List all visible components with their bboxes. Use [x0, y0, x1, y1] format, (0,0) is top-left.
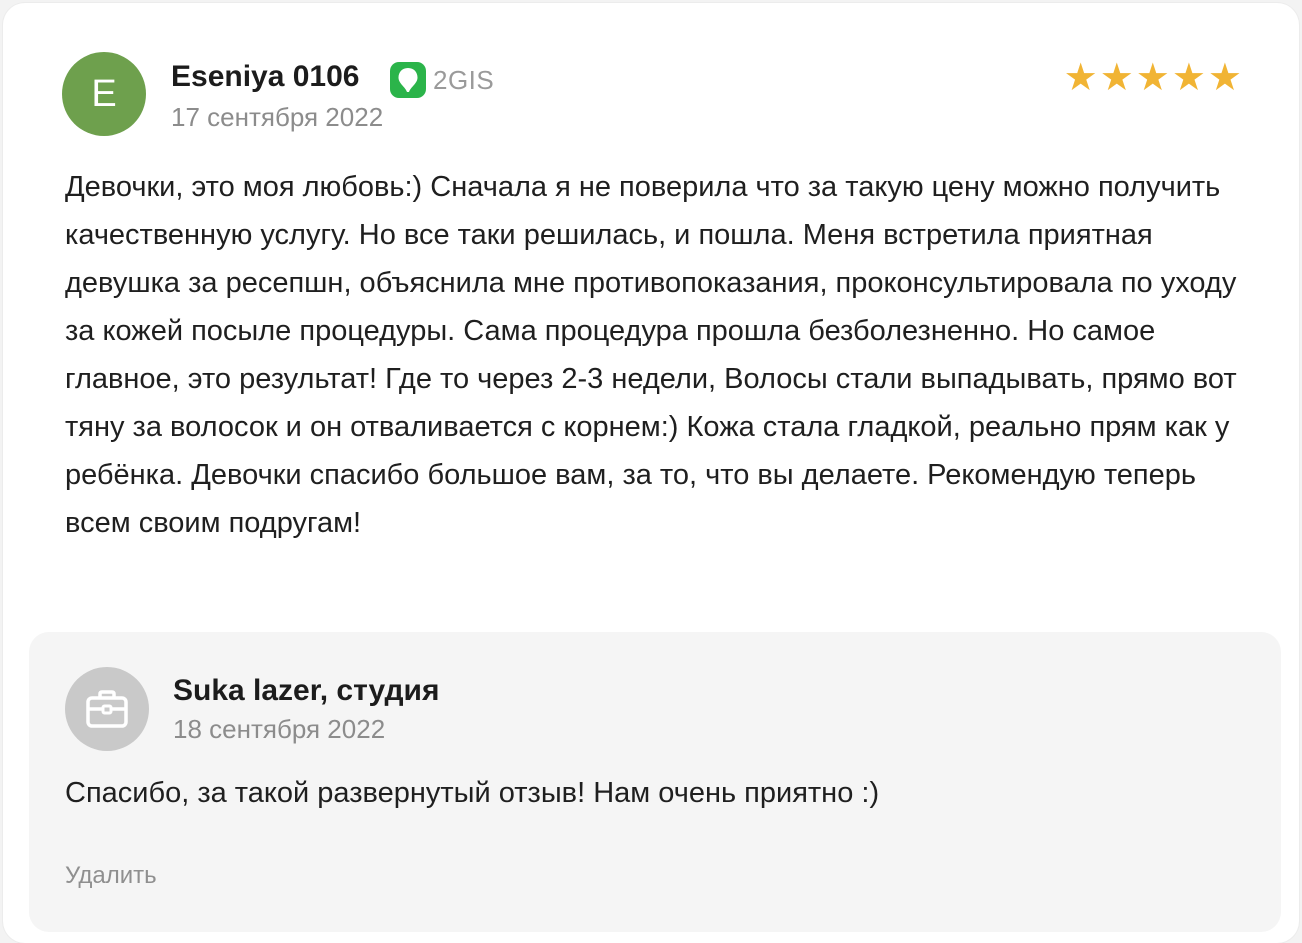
review-date: 17 сентября 2022 [171, 102, 384, 132]
review-header: E Eseniya 0106 2GIS 17 сентября 2022 ★ ★… [62, 52, 1242, 142]
reply-author[interactable]: Suka lazer, студия [173, 674, 439, 708]
avatar: E [62, 52, 146, 136]
review-source: 2GIS [390, 62, 494, 98]
2gis-pin-icon [390, 62, 426, 98]
review-card: E Eseniya 0106 2GIS 17 сентября 2022 ★ ★… [3, 3, 1299, 943]
reply-text: Спасибо, за такой развернутый отзыв! Нам… [65, 777, 880, 809]
star-icon: ★ [1135, 57, 1170, 99]
star-icon: ★ [1171, 57, 1206, 99]
star-icon: ★ [1099, 57, 1134, 99]
star-icon: ★ [1063, 57, 1098, 99]
owner-reply: Suka lazer, студия 18 сентября 2022 Спас… [29, 632, 1281, 932]
reply-date: 18 сентября 2022 [173, 714, 386, 744]
review-text: Девочки, это моя любовь:) Сначала я не п… [65, 171, 1237, 539]
author-name[interactable]: Eseniya 0106 [171, 60, 359, 94]
star-icon: ★ [1207, 57, 1242, 99]
source-label: 2GIS [433, 64, 495, 95]
delete-button[interactable]: Удалить [65, 862, 157, 890]
rating-stars: ★ ★ ★ ★ ★ [1064, 58, 1242, 98]
briefcase-icon [65, 667, 149, 751]
